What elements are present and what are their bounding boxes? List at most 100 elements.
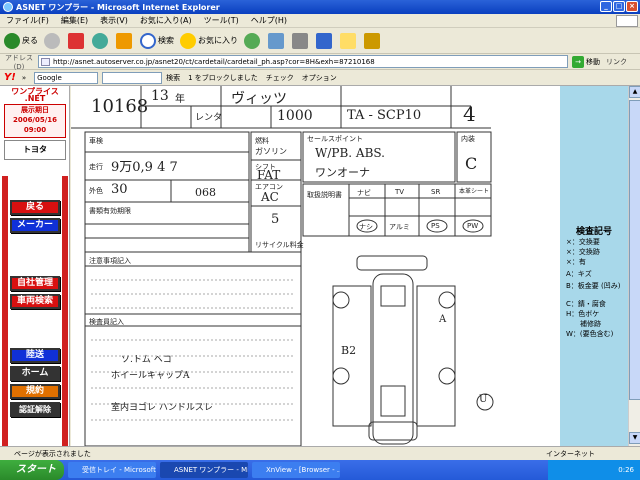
model-code: TA - SCP10 xyxy=(347,108,422,123)
note-line-2: ホイールキャップA xyxy=(111,371,190,381)
google-search-input[interactable] xyxy=(102,71,163,84)
auction-score: 4 xyxy=(463,102,476,126)
toolbar: 戻る 検索 お気に入り xyxy=(0,28,640,54)
exhibit-date-box: 展示期日 2006/05/16 09:00 xyxy=(4,104,66,138)
yahoo-logo[interactable]: Y! xyxy=(4,72,16,83)
scroll-down-button[interactable]: ▼ xyxy=(629,432,640,444)
logout-button[interactable]: 認証解除 xyxy=(10,402,60,417)
mileage-value: 9万0,9 4 7 xyxy=(111,160,178,175)
window-titlebar: ASNET ワンプラー - Microsoft Internet Explore… xyxy=(0,0,640,14)
mileage-label: 走行 xyxy=(89,163,103,171)
interior-label: 内装 xyxy=(461,135,475,143)
legend-item: C：錆・腐食 xyxy=(566,300,606,308)
terms-button[interactable]: 規約 xyxy=(10,384,60,399)
legend-item: W：(要色含む) xyxy=(566,330,614,338)
vertical-scrollbar[interactable]: ▲ ▼ xyxy=(628,86,640,446)
security-zone: インターネット xyxy=(546,450,595,458)
menu-view[interactable]: 表示(V) xyxy=(94,15,134,26)
damage-mark-b2: B2 xyxy=(341,344,357,357)
exhibit-time: 09:00 xyxy=(23,126,47,134)
displacement: 1000 xyxy=(277,108,313,124)
favorites-button[interactable]: お気に入り xyxy=(180,32,238,49)
color-value: 30 xyxy=(111,182,128,197)
equip-tv: TV xyxy=(395,188,405,196)
home-icon xyxy=(116,32,132,49)
word-icon xyxy=(316,32,332,49)
transport-button[interactable]: 陸送 xyxy=(10,348,60,363)
minimize-button[interactable]: _ xyxy=(600,1,612,12)
spellcheck-button[interactable]: チェック xyxy=(266,73,294,83)
stop-button[interactable] xyxy=(68,32,86,49)
menu-file[interactable]: ファイル(F) xyxy=(0,15,55,26)
era-label: 年 xyxy=(175,94,185,105)
taskbar-item-xnview[interactable]: XnView - [Browser - ... xyxy=(252,462,340,478)
print-icon xyxy=(292,32,308,49)
equip-value-navi: ナシ xyxy=(359,223,373,231)
discuss-button[interactable] xyxy=(340,32,358,49)
home-nav-button[interactable]: ホーム xyxy=(10,366,60,381)
forward-button[interactable] xyxy=(44,32,62,49)
equip-sr: SR xyxy=(431,188,441,196)
google-search-button[interactable]: 検索 xyxy=(166,73,180,83)
sidebar-frame-right xyxy=(62,176,68,446)
history-button[interactable] xyxy=(244,32,262,49)
back-arrow-icon xyxy=(4,32,20,49)
mail-icon xyxy=(268,32,284,49)
rental-mark: レンタ xyxy=(195,113,223,123)
lot-number: 10168 xyxy=(91,96,149,117)
color-number: 068 xyxy=(195,186,216,199)
options-button[interactable]: オプション xyxy=(302,73,337,83)
scroll-thumb[interactable] xyxy=(629,100,640,400)
equip-value-pw: PW xyxy=(467,222,479,230)
maximize-button[interactable]: □ xyxy=(613,1,625,12)
scroll-up-button[interactable]: ▲ xyxy=(629,86,640,98)
equip-value-ps: PS xyxy=(431,222,440,230)
ac-value: AC xyxy=(261,190,279,204)
fuel-value: ガソリン xyxy=(255,147,287,156)
start-button[interactable]: スタート xyxy=(0,460,64,480)
refresh-icon xyxy=(92,32,108,49)
home-button[interactable] xyxy=(116,32,134,49)
popup-blocked-label[interactable]: 1 をブロックしました xyxy=(188,73,258,83)
maker-nav-button[interactable]: メーカー xyxy=(10,218,60,233)
back-button[interactable]: 戻る xyxy=(4,32,38,49)
owner-value: ワンオーナ xyxy=(315,166,370,179)
google-engine-select[interactable]: Google xyxy=(34,71,99,84)
own-management-button[interactable]: 自社管理 xyxy=(10,276,60,291)
damage-mark-u: U xyxy=(479,394,488,405)
star-icon xyxy=(180,32,196,49)
menu-favorites[interactable]: お気に入り(A) xyxy=(134,15,198,26)
search-button[interactable]: 検索 xyxy=(140,32,174,49)
close-button[interactable]: × xyxy=(626,1,638,12)
taskbar-item-inbox[interactable]: 受信トレイ - Microsoft... xyxy=(68,462,156,478)
legend-item: ×：交換要 xyxy=(566,238,600,246)
inspection-legend: 検査記号 ×：交換要 ×：交換跡 ×：有 A：キズ B：板金要 (凹み) C：錆… xyxy=(560,86,628,446)
recycle-label: リサイクル料金 xyxy=(255,241,304,249)
messenger-button[interactable] xyxy=(364,32,382,49)
links-label[interactable]: リンク xyxy=(606,57,627,67)
taskbar-item-asnet[interactable]: ASNET ワンプラー - Mic... xyxy=(160,462,248,478)
exhibit-date: 2006/05/16 xyxy=(12,116,58,124)
edit-button[interactable] xyxy=(316,32,334,49)
go-button[interactable]: → 移動 xyxy=(572,55,600,68)
site-logo: ワンプライス .NET xyxy=(11,87,59,103)
refresh-button[interactable] xyxy=(92,32,110,49)
mail-button[interactable] xyxy=(268,32,286,49)
menu-help[interactable]: ヘルプ(H) xyxy=(245,15,293,26)
search-icon xyxy=(140,32,156,49)
maker-name: トヨタ xyxy=(4,140,66,160)
left-sidebar: ワンプライス .NET 展示期日 2006/05/16 09:00 トヨタ 戻る… xyxy=(0,86,70,446)
address-input[interactable]: http://asnet.autoserver.co.jp/asnet20/ct… xyxy=(38,55,568,68)
print-button[interactable] xyxy=(292,32,310,49)
taskbar: スタート 受信トレイ - Microsoft... ASNET ワンプラー - … xyxy=(0,460,640,480)
seats-value: 5 xyxy=(271,212,280,227)
stop-icon xyxy=(68,32,84,49)
notes-label: 注意事項記入 xyxy=(89,257,131,265)
menu-tools[interactable]: ツール(T) xyxy=(198,15,245,26)
back-nav-button[interactable]: 戻る xyxy=(10,200,60,215)
window-title: ASNET ワンプラー - Microsoft Internet Explore… xyxy=(16,2,220,12)
sales-point-label: セールスポイント xyxy=(307,135,363,143)
vehicle-search-button[interactable]: 車両検索 xyxy=(10,294,60,309)
sales-point-value: W/PB. ABS. xyxy=(315,146,385,160)
menu-edit[interactable]: 編集(E) xyxy=(55,15,94,26)
